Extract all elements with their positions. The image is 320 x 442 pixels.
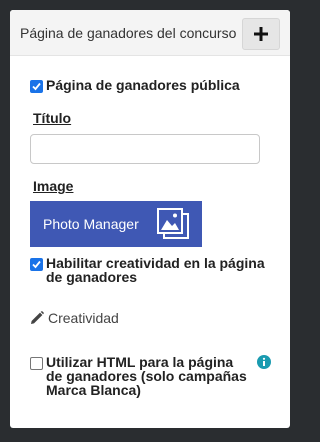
title-input[interactable] — [30, 134, 260, 164]
checkmark-icon — [32, 82, 41, 91]
winners-page-panel: Página de ganadores del concurso Página … — [10, 10, 290, 428]
image-label: Image — [33, 178, 74, 194]
photo-gallery-icon — [157, 208, 189, 239]
pencil-icon — [31, 311, 44, 324]
photo-manager-label: Photo Manager — [43, 216, 139, 232]
creatividad-label: Creatividad — [48, 310, 119, 326]
photo-manager-button[interactable]: Photo Manager — [30, 201, 202, 247]
checkmark-icon — [32, 260, 41, 269]
public-page-row[interactable]: Página de ganadores pública — [30, 78, 240, 93]
plus-icon — [254, 27, 268, 41]
enable-creative-checkbox[interactable] — [30, 258, 43, 271]
use-html-checkbox[interactable] — [30, 357, 43, 370]
enable-creative-label: Habilitar creatividad en la página de ga… — [46, 255, 265, 285]
public-page-checkbox[interactable] — [30, 80, 43, 93]
use-html-row[interactable]: Utilizar HTML para la página de ganadore… — [30, 355, 248, 397]
title-label: Título — [33, 110, 72, 126]
info-icon[interactable] — [257, 355, 271, 369]
use-html-label: Utilizar HTML para la página de ganadore… — [46, 354, 247, 398]
public-page-label: Página de ganadores pública — [46, 77, 240, 93]
panel-title: Página de ganadores del concurso — [20, 25, 237, 41]
enable-creative-row[interactable]: Habilitar creatividad en la página de ga… — [30, 256, 275, 284]
add-button[interactable] — [242, 18, 280, 50]
creatividad-link[interactable]: Creatividad — [30, 310, 119, 326]
panel-header: Página de ganadores del concurso — [10, 10, 290, 56]
